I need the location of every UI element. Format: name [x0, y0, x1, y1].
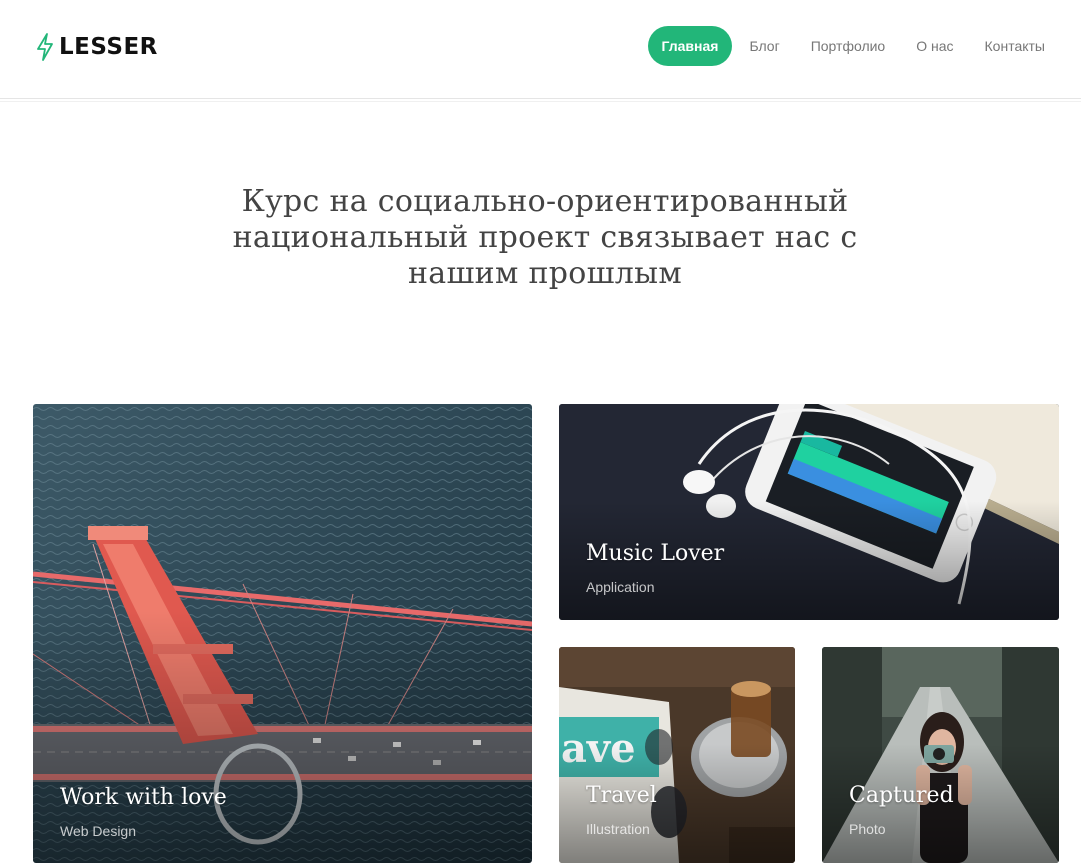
nav-item-blog[interactable]: Блог [735, 26, 793, 66]
nav-item-contacts[interactable]: Контакты [971, 26, 1059, 66]
site-logo[interactable]: LESSER [35, 31, 158, 63]
card-category: Photo [849, 821, 886, 837]
nav-item-home[interactable]: Главная [647, 26, 733, 66]
main-nav: Главная Блог Портфолио О нас Контакты [645, 26, 1059, 66]
nav-item-portfolio[interactable]: Портфолио [797, 26, 900, 66]
portfolio-card-work-with-love[interactable]: Work with love Web Design [33, 404, 532, 863]
portfolio-card-music-lover[interactable]: Music Lover Application [559, 404, 1059, 620]
card-category: Application [586, 579, 655, 595]
logo-text: LESSER [59, 34, 158, 60]
portfolio-card-captured[interactable]: Captured Photo [822, 647, 1059, 863]
card-category: Web Design [60, 823, 137, 839]
hero-title: Курс на социально-ориентированный национ… [232, 184, 858, 291]
card-title: Work with love [60, 785, 227, 810]
portfolio-card-travel[interactable]: ave Travel Illustration [559, 647, 795, 863]
header-divider [0, 101, 1081, 102]
nav-item-about[interactable]: О нас [902, 26, 967, 66]
site-header: LESSER Главная Блог Портфолио О нас Конт… [0, 0, 1081, 99]
lightning-bolt-icon [37, 33, 53, 61]
card-category: Illustration [586, 821, 650, 837]
card-title: Captured [849, 783, 954, 808]
card-title: Music Lover [586, 541, 725, 566]
card-title: Travel [586, 783, 657, 808]
